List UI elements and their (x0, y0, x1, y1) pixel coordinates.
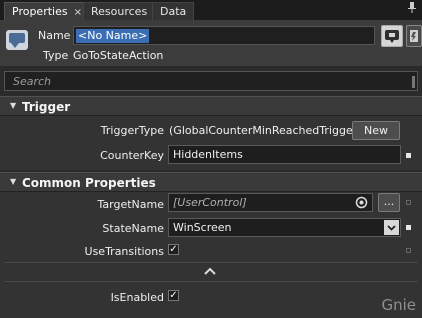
state-name-value: WinScreen (173, 221, 232, 234)
tab-resources[interactable]: Resources (83, 2, 156, 20)
tab-data-label: Data (160, 5, 187, 18)
behavior-icon (385, 30, 399, 43)
divider (4, 262, 418, 263)
name-label: Name (38, 29, 71, 42)
advanced-options-marker[interactable] (406, 153, 411, 158)
counter-key-value: HiddenItems (173, 148, 243, 161)
name-field[interactable]: <No Name> (73, 26, 375, 45)
search-scroll-thumb[interactable] (412, 76, 415, 88)
use-transitions-checkbox[interactable]: ✓ (168, 244, 179, 255)
counter-key-field[interactable]: HiddenItems (168, 145, 401, 164)
type-value: GoToStateAction (73, 49, 164, 62)
target-name-value: [UserControl] (173, 196, 247, 209)
behavior-view-button[interactable] (381, 25, 403, 47)
is-enabled-checkbox[interactable]: ✓ (168, 290, 179, 301)
target-picker-icon[interactable] (355, 196, 368, 212)
target-name-label: TargetName (97, 198, 164, 211)
tab-resources-label: Resources (91, 5, 148, 18)
events-view-button[interactable] (406, 25, 422, 47)
trigger-type-value: (GlobalCounterMinReachedTrigger) (169, 124, 362, 137)
trigger-section-header[interactable]: ▼ Trigger (0, 96, 422, 116)
advanced-options-marker[interactable] (406, 200, 411, 205)
watermark-text: Gnie (381, 296, 416, 314)
close-icon[interactable]: × (74, 7, 82, 18)
tab-properties-label: Properties (12, 5, 68, 18)
trigger-section-title: Trigger (22, 100, 71, 114)
use-transitions-label: UseTransitions (84, 245, 164, 258)
collapse-triangle-icon: ▼ (10, 177, 17, 186)
advanced-options-marker[interactable] (406, 248, 411, 253)
is-enabled-label: IsEnabled (110, 291, 164, 304)
name-value: <No Name> (76, 29, 150, 43)
state-name-label: StateName (102, 222, 164, 235)
chevron-up-icon (204, 267, 216, 275)
chevron-down-icon[interactable] (384, 220, 399, 235)
common-properties-section-header[interactable]: ▼ Common Properties (0, 172, 422, 192)
browse-button[interactable]: ... (378, 193, 400, 212)
search-placeholder: Search (13, 75, 52, 88)
divider (4, 281, 418, 282)
lightning-icon (410, 30, 418, 42)
tab-properties[interactable]: Properties × (4, 2, 90, 20)
new-trigger-button[interactable]: New (352, 121, 400, 140)
state-name-select[interactable]: WinScreen (168, 218, 401, 237)
counter-key-label: CounterKey (100, 149, 164, 162)
common-properties-section-title: Common Properties (22, 176, 156, 190)
collapse-triangle-icon: ▼ (10, 101, 17, 110)
tab-data[interactable]: Data (152, 2, 195, 20)
action-type-icon (6, 30, 28, 50)
search-input[interactable]: Search (4, 71, 418, 91)
type-label: Type (43, 49, 69, 62)
advanced-options-marker[interactable] (406, 225, 411, 230)
collapse-advanced-button[interactable] (203, 266, 217, 279)
trigger-type-label: TriggerType (100, 124, 164, 137)
target-name-field[interactable]: [UserControl] (168, 193, 373, 212)
pin-icon[interactable] (408, 2, 416, 16)
